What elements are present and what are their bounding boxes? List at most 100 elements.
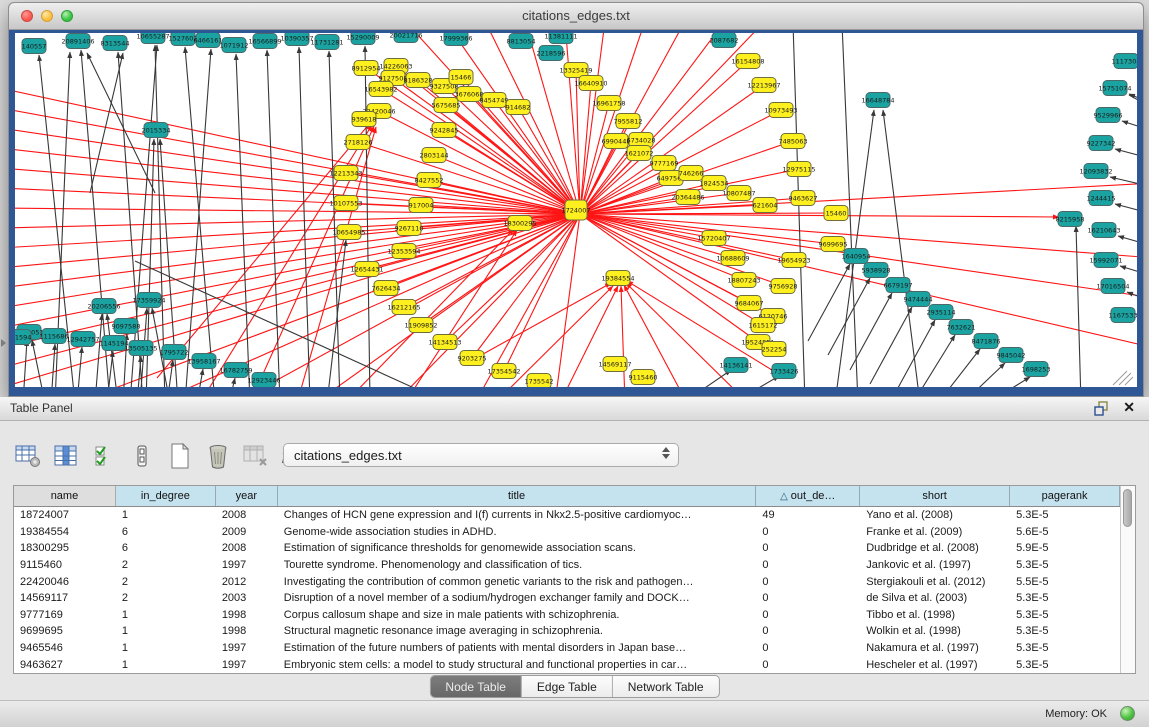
graph-edge[interactable]	[733, 376, 779, 387]
graph-edge[interactable]	[1122, 121, 1137, 131]
table-cell[interactable]: 2012	[216, 573, 278, 590]
table-row[interactable]: 969969511998Structural magnetic resonanc…	[14, 623, 1120, 640]
table-cell[interactable]: de Silva et al. (2003)	[860, 590, 1010, 607]
table-cell[interactable]: 0	[756, 640, 860, 657]
table-cell[interactable]: 2	[116, 573, 216, 590]
table-cell[interactable]: 14569117	[14, 590, 116, 607]
graph-edge[interactable]	[1076, 226, 1081, 387]
table-cell[interactable]: 0	[756, 607, 860, 624]
table-row[interactable]: 1456911722003Disruption of a novel membe…	[14, 590, 1120, 607]
table-row[interactable]: 1872400712008Changes of HCN gene express…	[14, 507, 1120, 524]
graph-edge[interactable]	[808, 264, 850, 341]
graph-edge[interactable]	[485, 33, 580, 214]
graph-edge[interactable]	[77, 347, 82, 387]
graph-edge[interactable]	[850, 293, 892, 370]
table-cell[interactable]: 6	[116, 540, 216, 557]
graph-edge[interactable]	[1127, 292, 1137, 302]
table-cell[interactable]: 9777169	[14, 607, 116, 624]
table-cell[interactable]: 18300295	[14, 540, 116, 557]
graph-edge[interactable]	[130, 45, 157, 387]
graph-edge[interactable]	[467, 283, 611, 363]
graph-edge[interactable]	[15, 168, 580, 214]
column-header-short[interactable]: short	[860, 486, 1010, 506]
table-cell[interactable]: Changes of HCN gene expression and I(f) …	[278, 507, 757, 524]
table-cell[interactable]: 0	[756, 557, 860, 574]
table-cell[interactable]: 5.6E-5	[1010, 524, 1120, 541]
table-cell[interactable]: 5.3E-5	[1010, 607, 1120, 624]
table-cell[interactable]: 0	[756, 623, 860, 640]
column-header-pagerank[interactable]: pagerank	[1010, 486, 1120, 506]
table-cell[interactable]: 1997	[216, 640, 278, 657]
graph-edge[interactable]	[365, 46, 370, 387]
graph-edge[interactable]	[236, 54, 250, 387]
graph-edge[interactable]	[988, 377, 1030, 387]
resize-grip-icon[interactable]	[1113, 371, 1127, 385]
graph-edge[interactable]	[475, 214, 580, 387]
column-header-year[interactable]: year	[216, 486, 278, 506]
graph-edge[interactable]	[1115, 149, 1137, 159]
column-header-in_degree[interactable]: in_degree	[116, 486, 216, 506]
table-cell[interactable]: 1	[116, 507, 216, 524]
graph-edge[interactable]	[51, 344, 55, 387]
graph-edge[interactable]	[913, 335, 955, 387]
table-row[interactable]: 1938455462009Genome-wide association stu…	[14, 524, 1120, 541]
graph-edge[interactable]	[828, 278, 870, 355]
graph-edge[interactable]	[445, 214, 580, 342]
window-titlebar[interactable]: citations_edges.txt	[9, 3, 1143, 30]
table-cell[interactable]: Wolkin et al. (1998)	[860, 623, 1010, 640]
column-header-title[interactable]: title	[278, 486, 757, 506]
graph-edge[interactable]	[155, 45, 165, 387]
graph-edge[interactable]	[580, 214, 1059, 217]
table-cell[interactable]: 9115460	[14, 557, 116, 574]
table-cell[interactable]: Structural magnetic resonance image aver…	[278, 623, 757, 640]
new-table-icon[interactable]	[166, 443, 193, 469]
table-row[interactable]: 977716911998Corpus callosum shape and si…	[14, 607, 1120, 624]
table-cell[interactable]: 0	[756, 524, 860, 541]
graph-edge[interactable]	[504, 214, 580, 371]
table-cell[interactable]: Nakamura et al. (1997)	[860, 640, 1010, 657]
table-cell[interactable]: Estimation of the future numbers of pati…	[278, 640, 757, 657]
graph-edge[interactable]	[938, 349, 980, 387]
graph-edge[interactable]	[963, 363, 1005, 387]
close-panel-icon[interactable]: ✕	[1123, 399, 1135, 416]
table-source-select[interactable]: citations_edges.txt	[283, 443, 679, 467]
table-cell[interactable]: 22420046	[14, 573, 116, 590]
graph-edge[interactable]	[135, 261, 447, 387]
collapsed-panel-arrow-icon[interactable]	[1, 339, 6, 347]
table-cell[interactable]: 5.3E-5	[1010, 656, 1120, 673]
table-cell[interactable]: 0	[756, 656, 860, 673]
table-cell[interactable]: 9699695	[14, 623, 116, 640]
table-cell[interactable]: 5.3E-5	[1010, 590, 1120, 607]
table-cell[interactable]: 6	[116, 524, 216, 541]
table-cell[interactable]: Disruption of a novel member of a sodium…	[278, 590, 757, 607]
graph-edge[interactable]	[580, 214, 1137, 348]
column-visibility-icon[interactable]	[52, 443, 79, 469]
table-options-icon[interactable]	[14, 443, 41, 469]
table-cell[interactable]: 5.9E-5	[1010, 540, 1120, 557]
graph-edge[interactable]	[167, 360, 173, 387]
table-cell[interactable]: 5.3E-5	[1010, 623, 1120, 640]
table-row[interactable]: 2242004622012Investigating the contribut…	[14, 573, 1120, 590]
graph-edge[interactable]	[267, 50, 280, 387]
table-row[interactable]: 946554611997Estimation of the future num…	[14, 640, 1120, 657]
table-cell[interactable]: Jankovic et al. (1997)	[860, 557, 1010, 574]
table-cell[interactable]: 5.5E-5	[1010, 573, 1120, 590]
table-cell[interactable]: Dudbridge et al. (2008)	[860, 540, 1010, 557]
table-cell[interactable]: 0	[756, 590, 860, 607]
graph-edge[interactable]	[229, 378, 235, 387]
table-cell[interactable]: Genome-wide association studies in ADHD.	[278, 524, 757, 541]
table-cell[interactable]: Estimation of significance thresholds fo…	[278, 540, 757, 557]
table-cell[interactable]: Corpus callosum shape and size in male p…	[278, 607, 757, 624]
table-row[interactable]: 1830029562008Estimation of significance …	[14, 540, 1120, 557]
graph-edge[interactable]	[15, 148, 580, 214]
table-cell[interactable]: 1998	[216, 607, 278, 624]
graph-edge[interactable]	[793, 33, 805, 387]
table-cell[interactable]: 1997	[216, 656, 278, 673]
graph-edge[interactable]	[580, 33, 605, 214]
table-cell[interactable]: 0	[756, 573, 860, 590]
table-cell[interactable]: 2	[116, 590, 216, 607]
table-cell[interactable]: Yano et al. (2008)	[860, 507, 1010, 524]
table-cell[interactable]: 9463627	[14, 656, 116, 673]
table-cell[interactable]: 18724007	[14, 507, 116, 524]
table-cell[interactable]: 0	[756, 540, 860, 557]
